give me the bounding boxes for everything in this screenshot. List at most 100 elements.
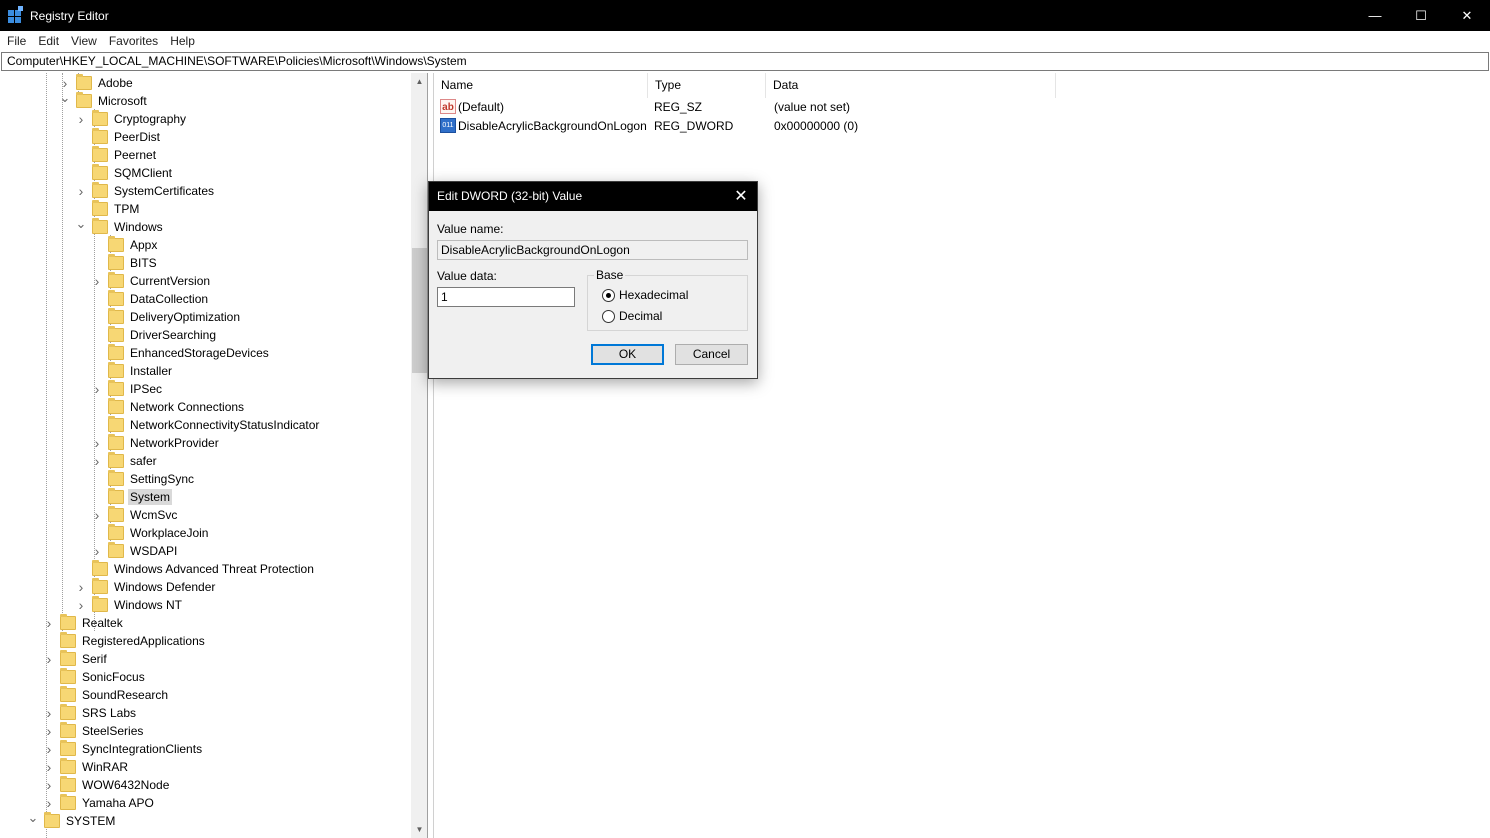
- tree-item-sonicfocus[interactable]: SonicFocus: [44, 668, 147, 686]
- chevron-right-icon[interactable]: ›: [76, 579, 86, 595]
- tree-item-label: Microsoft: [98, 94, 147, 108]
- value-row-default[interactable]: ab (Default) REG_SZ (value not set): [434, 98, 1134, 117]
- tree-item-enhancedstoragedevices[interactable]: EnhancedStorageDevices: [92, 344, 271, 362]
- tree-item-winrar[interactable]: › WinRAR: [44, 758, 130, 776]
- address-bar[interactable]: Computer\HKEY_LOCAL_MACHINE\SOFTWARE\Pol…: [1, 52, 1489, 71]
- tree-item-cryptography[interactable]: › Cryptography: [76, 110, 188, 128]
- dialog-close-icon[interactable]: ✕: [729, 182, 753, 211]
- chevron-right-icon[interactable]: ›: [92, 273, 102, 289]
- chevron-right-icon[interactable]: ›: [44, 723, 54, 739]
- tree-item-windows-defender[interactable]: › Windows Defender: [76, 578, 217, 596]
- tree-item-wsdapi[interactable]: › WSDAPI: [92, 542, 179, 560]
- tree-item-srs-labs[interactable]: › SRS Labs: [44, 704, 138, 722]
- chevron-right-icon[interactable]: ›: [60, 75, 70, 91]
- menu-edit[interactable]: Edit: [32, 34, 65, 48]
- chevron-right-icon[interactable]: ›: [92, 543, 102, 559]
- tree-item-adobe[interactable]: › Adobe: [60, 74, 135, 92]
- column-type[interactable]: Type: [648, 73, 766, 98]
- tree-item-realtek[interactable]: › Realtek: [44, 614, 125, 632]
- tree-item-serif[interactable]: › Serif: [44, 650, 109, 668]
- menu-view[interactable]: View: [65, 34, 103, 48]
- tree-item-soundresearch[interactable]: SoundResearch: [44, 686, 170, 704]
- chevron-right-icon[interactable]: ›: [44, 741, 54, 757]
- chevron-right-icon[interactable]: ›: [76, 111, 86, 127]
- maximize-button[interactable]: ☐: [1398, 0, 1444, 31]
- tree-item-steelseries[interactable]: › SteelSeries: [44, 722, 145, 740]
- tree-item-label: DriverSearching: [130, 328, 217, 342]
- scroll-up-icon[interactable]: ▲: [411, 73, 427, 90]
- tree-item-network-connections[interactable]: Network Connections: [92, 398, 246, 416]
- menu-file[interactable]: File: [1, 34, 32, 48]
- tree-item-workplacejoin[interactable]: WorkplaceJoin: [92, 524, 210, 542]
- tree-item-syncintegrationclients[interactable]: › SyncIntegrationClients: [44, 740, 204, 758]
- menu-favorites[interactable]: Favorites: [103, 34, 164, 48]
- menu-help[interactable]: Help: [164, 34, 201, 48]
- list-header: Name Type Data: [434, 73, 1490, 98]
- tree-item-currentversion[interactable]: › CurrentVersion: [92, 272, 212, 290]
- decimal-radio[interactable]: Decimal: [602, 309, 662, 323]
- tree-item-windows-nt[interactable]: › Windows NT: [76, 596, 184, 614]
- folder-icon: [60, 794, 76, 810]
- scroll-down-icon[interactable]: ▼: [411, 821, 427, 838]
- folder-icon: [60, 668, 76, 684]
- chevron-right-icon[interactable]: ›: [92, 453, 102, 469]
- chevron-down-icon[interactable]: ⌄: [28, 810, 39, 825]
- value-row-disableacrylic[interactable]: 011 DisableAcrylicBackgroundOnLogon REG_D…: [434, 117, 1134, 136]
- chevron-right-icon[interactable]: ›: [44, 705, 54, 721]
- chevron-right-icon[interactable]: ›: [44, 615, 54, 631]
- ok-button[interactable]: OK: [591, 344, 664, 365]
- close-window-button[interactable]: ✕: [1444, 0, 1490, 31]
- tree-item-deliveryoptimization[interactable]: DeliveryOptimization: [92, 308, 242, 326]
- radio-unchecked-icon[interactable]: [602, 309, 615, 323]
- tree-item-safer[interactable]: › safer: [92, 452, 159, 470]
- tree-item-settingsync[interactable]: SettingSync: [92, 470, 196, 488]
- chevron-right-icon[interactable]: ›: [76, 597, 86, 613]
- cancel-button[interactable]: Cancel: [675, 344, 748, 365]
- tree-item-ipsec[interactable]: › IPSec: [92, 380, 164, 398]
- tree-item-wow6432node[interactable]: › WOW6432Node: [44, 776, 171, 794]
- tree-item-windows-advanced-threat-protection[interactable]: Windows Advanced Threat Protection: [76, 560, 316, 578]
- tree-item-peernet[interactable]: Peernet: [76, 146, 158, 164]
- chevron-down-icon[interactable]: ⌄: [60, 90, 71, 105]
- tree-item-label: Windows Defender: [114, 580, 216, 594]
- tree-item-peerdist[interactable]: PeerDist: [76, 128, 162, 146]
- column-data[interactable]: Data: [766, 73, 1056, 98]
- chevron-right-icon[interactable]: ›: [92, 381, 102, 397]
- minimize-button[interactable]: —: [1352, 0, 1398, 31]
- tree-item-networkconnectivitystatusindicator[interactable]: NetworkConnectivityStatusIndicator: [92, 416, 321, 434]
- tree-item-system[interactable]: ⌄ SYSTEM: [28, 810, 117, 830]
- tree-item-yamaha-apo[interactable]: › Yamaha APO: [44, 794, 156, 812]
- tree-item-datacollection[interactable]: DataCollection: [92, 290, 210, 308]
- chevron-right-icon[interactable]: ›: [44, 777, 54, 793]
- hexadecimal-radio[interactable]: Hexadecimal: [602, 288, 688, 302]
- value-name-field[interactable]: DisableAcrylicBackgroundOnLogon: [437, 240, 748, 260]
- tree-item-microsoft[interactable]: ⌄ Microsoft: [60, 90, 149, 110]
- radio-checked-icon[interactable]: [602, 288, 615, 302]
- tree-item-system[interactable]: System: [92, 488, 173, 506]
- chevron-right-icon[interactable]: ›: [44, 759, 54, 775]
- tree-item-sqmclient[interactable]: SQMClient: [76, 164, 174, 182]
- tree-item-driversearching[interactable]: DriverSearching: [92, 326, 218, 344]
- scroll-thumb[interactable]: [412, 248, 427, 373]
- column-name[interactable]: Name: [434, 73, 648, 98]
- chevron-right-icon[interactable]: ›: [76, 183, 86, 199]
- tree-item-label: DataCollection: [130, 292, 209, 306]
- tree-item-windows[interactable]: ⌄ Windows: [76, 216, 165, 236]
- value-data-label: Value data:: [437, 269, 497, 283]
- tree-item-installer[interactable]: Installer: [92, 362, 174, 380]
- chevron-right-icon[interactable]: ›: [44, 795, 54, 811]
- chevron-down-icon[interactable]: ⌄: [76, 216, 87, 231]
- tree-scrollbar[interactable]: ▲ ▼: [411, 73, 427, 838]
- chevron-right-icon[interactable]: ›: [92, 435, 102, 451]
- value-data-input[interactable]: 1: [437, 287, 575, 307]
- chevron-right-icon[interactable]: ›: [44, 651, 54, 667]
- tree-item-bits[interactable]: BITS: [92, 254, 159, 272]
- tree-item-systemcertificates[interactable]: › SystemCertificates: [76, 182, 216, 200]
- tree-item-networkprovider[interactable]: › NetworkProvider: [92, 434, 221, 452]
- tree-item-appx[interactable]: Appx: [92, 236, 159, 254]
- tree-item-wcmsvc[interactable]: › WcmSvc: [92, 506, 179, 524]
- tree-item-registeredapplications[interactable]: RegisteredApplications: [44, 632, 207, 650]
- chevron-right-icon[interactable]: ›: [92, 507, 102, 523]
